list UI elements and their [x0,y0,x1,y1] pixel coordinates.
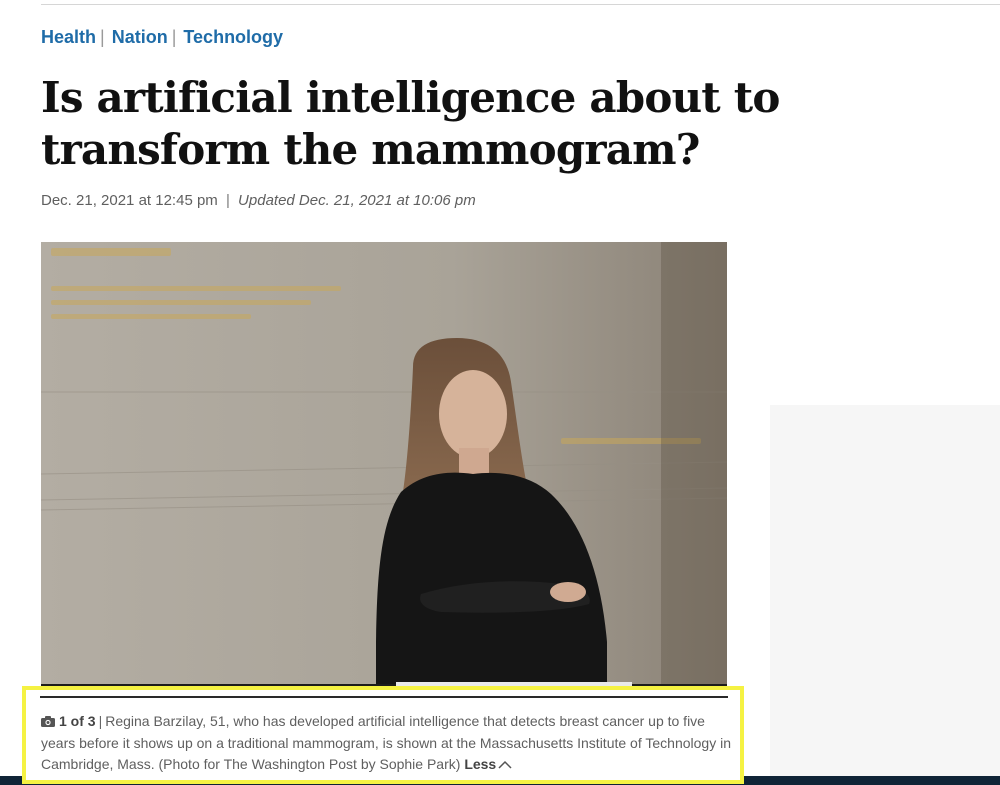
caption-divider [40,696,728,698]
section-link-health[interactable]: Health [41,27,96,48]
article-headline: Is artificial intelligence about to tran… [41,73,780,174]
caption-text: Regina Barzilay, 51, who has developed a… [41,713,731,772]
caption-separator: | [98,713,103,729]
top-divider [41,4,1000,5]
photo-caption: 1 of 3 | Regina Barzilay, 51, who has deve… [41,711,731,775]
published-time: Dec. 21, 2021 at 12:45 pm [41,192,218,209]
less-label: Less [464,756,497,772]
breadcrumb-separator: | [171,27,177,47]
sidebar-panel [770,405,1000,785]
breadcrumb-separator: | [100,27,105,47]
photo-counter: 1 of 3 [59,713,96,729]
dateline-separator: | [225,192,230,209]
article-dateline: Dec. 21, 2021 at 12:45 pm | Updated Dec.… [41,192,476,209]
photo-illustration [41,242,727,696]
article-photo[interactable] [41,242,727,696]
chevron-up-icon [498,754,512,775]
caption-less-toggle[interactable]: Less [464,756,512,772]
photo-caption-highlight: 1 of 3 | Regina Barzilay, 51, who has deve… [22,686,744,784]
camera-icon [41,712,55,733]
section-link-technology[interactable]: Technology [183,27,283,48]
section-breadcrumb: Health | Nation | Technology [41,27,283,48]
updated-time: Updated Dec. 21, 2021 at 10:06 pm [238,192,476,209]
section-link-nation[interactable]: Nation [112,27,168,48]
